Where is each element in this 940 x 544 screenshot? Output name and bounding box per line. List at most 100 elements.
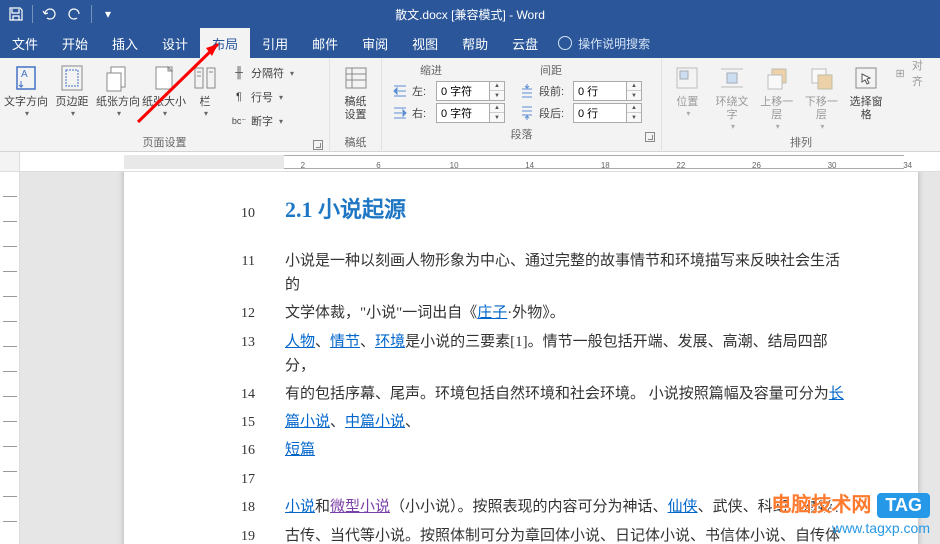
align-button: ⊞对齐 <box>889 62 936 84</box>
line-text[interactable]: 篇小说、中篇小说、 <box>285 410 848 434</box>
indent-left-input[interactable] <box>437 82 489 100</box>
spin-up-icon[interactable]: ▲ <box>490 104 504 113</box>
spin-down-icon[interactable]: ▼ <box>627 113 641 122</box>
line-number: 12 <box>180 303 285 325</box>
line-text[interactable]: 文学体裁，"小说"一词出自《庄子·外物》。 <box>285 301 848 325</box>
horizontal-ruler[interactable]: 261014182226303438 <box>20 152 940 172</box>
columns-button[interactable]: 栏 ▾ <box>188 60 222 132</box>
qat-dropdown-icon[interactable]: ▾ <box>96 2 120 26</box>
menu-tab-帮助[interactable]: 帮助 <box>450 28 500 58</box>
hyphenation-button[interactable]: bc⁻断字▾ <box>228 110 297 132</box>
doc-line[interactable]: 17 <box>180 467 848 491</box>
doc-line[interactable]: 14有的包括序幕、尾声。环境包括自然环境和社会环境。 小说按照篇幅及容量可分为长 <box>180 382 848 406</box>
menu-tab-引用[interactable]: 引用 <box>250 28 300 58</box>
line-text[interactable]: 小说和微型小说（小小说）。按照表现的内容可分为神话、仙侠、武侠、科幻、悬疑、 <box>285 495 848 519</box>
doc-line[interactable]: 13人物、情节、环境是小说的三要素[1]。情节一般包括开端、发展、高潮、结局四部… <box>180 330 848 378</box>
menu-tab-邮件[interactable]: 邮件 <box>300 28 350 58</box>
bring-forward-button: 上移一层▾ <box>755 60 798 132</box>
doc-line[interactable]: 12文学体裁，"小说"一词出自《庄子·外物》。 <box>180 301 848 325</box>
paragraph-launcher-icon[interactable] <box>645 132 655 142</box>
hyperlink[interactable]: 中篇小说 <box>345 414 405 430</box>
line-number: 11 <box>180 251 285 273</box>
line-text[interactable]: 小说是一种以刻画人物形象为中心、通过完整的故事情节和环境描写来反映社会生活的 <box>285 249 848 297</box>
doc-line[interactable]: 19古传、当代等小说。按照体制可分为章回体小说、日记体小说、书信体小说、自传体小 <box>180 524 848 544</box>
wrap-text-button: 环绕文 字▾ <box>711 60 754 132</box>
menu-tab-设计[interactable]: 设计 <box>150 28 200 58</box>
line-number: 19 <box>180 526 285 544</box>
hyperlink[interactable]: 人物 <box>285 334 315 350</box>
line-numbers-button[interactable]: ¶行号▾ <box>228 86 297 108</box>
watermark: 电脑技术网TAG www.tagxp.com <box>771 488 930 536</box>
line-text[interactable]: 短篇 <box>285 438 848 462</box>
spacing-header: 间距 <box>504 62 562 78</box>
hyperlink[interactable]: 微型小说 <box>330 499 390 515</box>
menu-tab-云盘[interactable]: 云盘 <box>500 28 550 58</box>
spin-up-icon[interactable]: ▲ <box>627 82 641 91</box>
breaks-button[interactable]: ╫分隔符▾ <box>228 62 297 84</box>
menu-tab-视图[interactable]: 视图 <box>400 28 450 58</box>
space-after-icon <box>519 105 535 121</box>
indent-right-icon <box>392 105 408 121</box>
menu-tab-审阅[interactable]: 审阅 <box>350 28 400 58</box>
menu-tab-布局[interactable]: 布局 <box>200 28 250 58</box>
menu-bar: 文件开始插入设计布局引用邮件审阅视图帮助云盘操作说明搜索 <box>0 28 940 58</box>
space-after-input[interactable] <box>574 104 626 122</box>
doc-line[interactable]: 15篇小说、中篇小说、 <box>180 410 848 434</box>
line-text[interactable]: 古传、当代等小说。按照体制可分为章回体小说、日记体小说、书信体小说、自传体小 <box>285 524 848 544</box>
indent-header: 缩进 <box>392 62 504 78</box>
line-text[interactable]: 有的包括序幕、尾声。环境包括自然环境和社会环境。 小说按照篇幅及容量可分为长 <box>285 382 848 406</box>
selection-pane-button[interactable]: 选择窗格 <box>845 60 888 132</box>
line-text[interactable] <box>285 467 848 491</box>
paragraph-group-label: 段落 <box>511 129 533 141</box>
tell-me-search[interactable]: 操作说明搜索 <box>558 35 650 52</box>
manuscript-group-label: 稿纸 <box>334 132 377 152</box>
spin-up-icon[interactable]: ▲ <box>490 82 504 91</box>
text-direction-button[interactable]: A 文字方向 ▾ <box>4 60 48 132</box>
line-number: 13 <box>180 332 285 354</box>
line-number: 15 <box>180 412 285 434</box>
line-number: 17 <box>180 469 285 491</box>
doc-line[interactable]: 18小说和微型小说（小小说）。按照表现的内容可分为神话、仙侠、武侠、科幻、悬疑、 <box>180 495 848 519</box>
line-number: 18 <box>180 497 285 519</box>
redo-icon[interactable] <box>63 2 87 26</box>
hyperlink[interactable]: 环境 <box>375 334 405 350</box>
send-backward-button: 下移一层▾ <box>800 60 843 132</box>
orientation-button[interactable]: 纸张方向 ▾ <box>96 60 140 132</box>
page-setup-group-label: 页面设置 <box>143 137 187 149</box>
menu-tab-开始[interactable]: 开始 <box>50 28 100 58</box>
doc-line[interactable]: 11小说是一种以刻画人物形象为中心、通过完整的故事情节和环境描写来反映社会生活的 <box>180 249 848 297</box>
paper-size-button[interactable]: 纸张大小 ▾ <box>142 60 186 132</box>
menu-tab-文件[interactable]: 文件 <box>0 28 50 58</box>
margins-button[interactable]: 页边距 ▾ <box>50 60 94 132</box>
hyperlink[interactable]: 长 <box>829 386 844 402</box>
line-text[interactable]: 人物、情节、环境是小说的三要素[1]。情节一般包括开端、发展、高潮、结局四部分， <box>285 330 848 378</box>
line-number: 14 <box>180 384 285 406</box>
menu-tab-插入[interactable]: 插入 <box>100 28 150 58</box>
indent-right-input[interactable] <box>437 104 489 122</box>
hyperlink[interactable]: 小说 <box>285 499 315 515</box>
vertical-ruler[interactable] <box>0 172 20 544</box>
spin-down-icon[interactable]: ▼ <box>490 113 504 122</box>
doc-line[interactable]: 102.1 小说起源 <box>180 192 848 227</box>
spin-down-icon[interactable]: ▼ <box>490 91 504 100</box>
window-title: 散文.docx [兼容模式] - Word <box>0 6 940 23</box>
ribbon: A 文字方向 ▾ 页边距 ▾ 纸张方向 ▾ 纸张大小 ▾ 栏 <box>0 58 940 152</box>
hyperlink[interactable]: 篇小说 <box>285 414 330 430</box>
manuscript-settings-button[interactable]: 稿纸 设置 <box>334 60 377 132</box>
space-before-icon <box>519 83 535 99</box>
spin-up-icon[interactable]: ▲ <box>627 104 641 113</box>
space-before-input[interactable] <box>574 82 626 100</box>
save-icon[interactable] <box>4 2 28 26</box>
page-setup-launcher-icon[interactable] <box>313 140 323 150</box>
doc-line[interactable]: 16短篇 <box>180 438 848 462</box>
ruler-corner <box>0 152 20 172</box>
spin-down-icon[interactable]: ▼ <box>627 91 641 100</box>
hyperlink[interactable]: 情节 <box>330 334 360 350</box>
undo-icon[interactable] <box>37 2 61 26</box>
hyperlink[interactable]: 仙侠 <box>668 499 698 515</box>
arrange-group-label: 排列 <box>666 132 936 152</box>
position-button: 位置▾ <box>666 60 709 132</box>
hyperlink[interactable]: 庄子 <box>477 305 507 321</box>
line-text[interactable]: 2.1 小说起源 <box>285 192 848 227</box>
hyperlink[interactable]: 短篇 <box>285 442 315 458</box>
